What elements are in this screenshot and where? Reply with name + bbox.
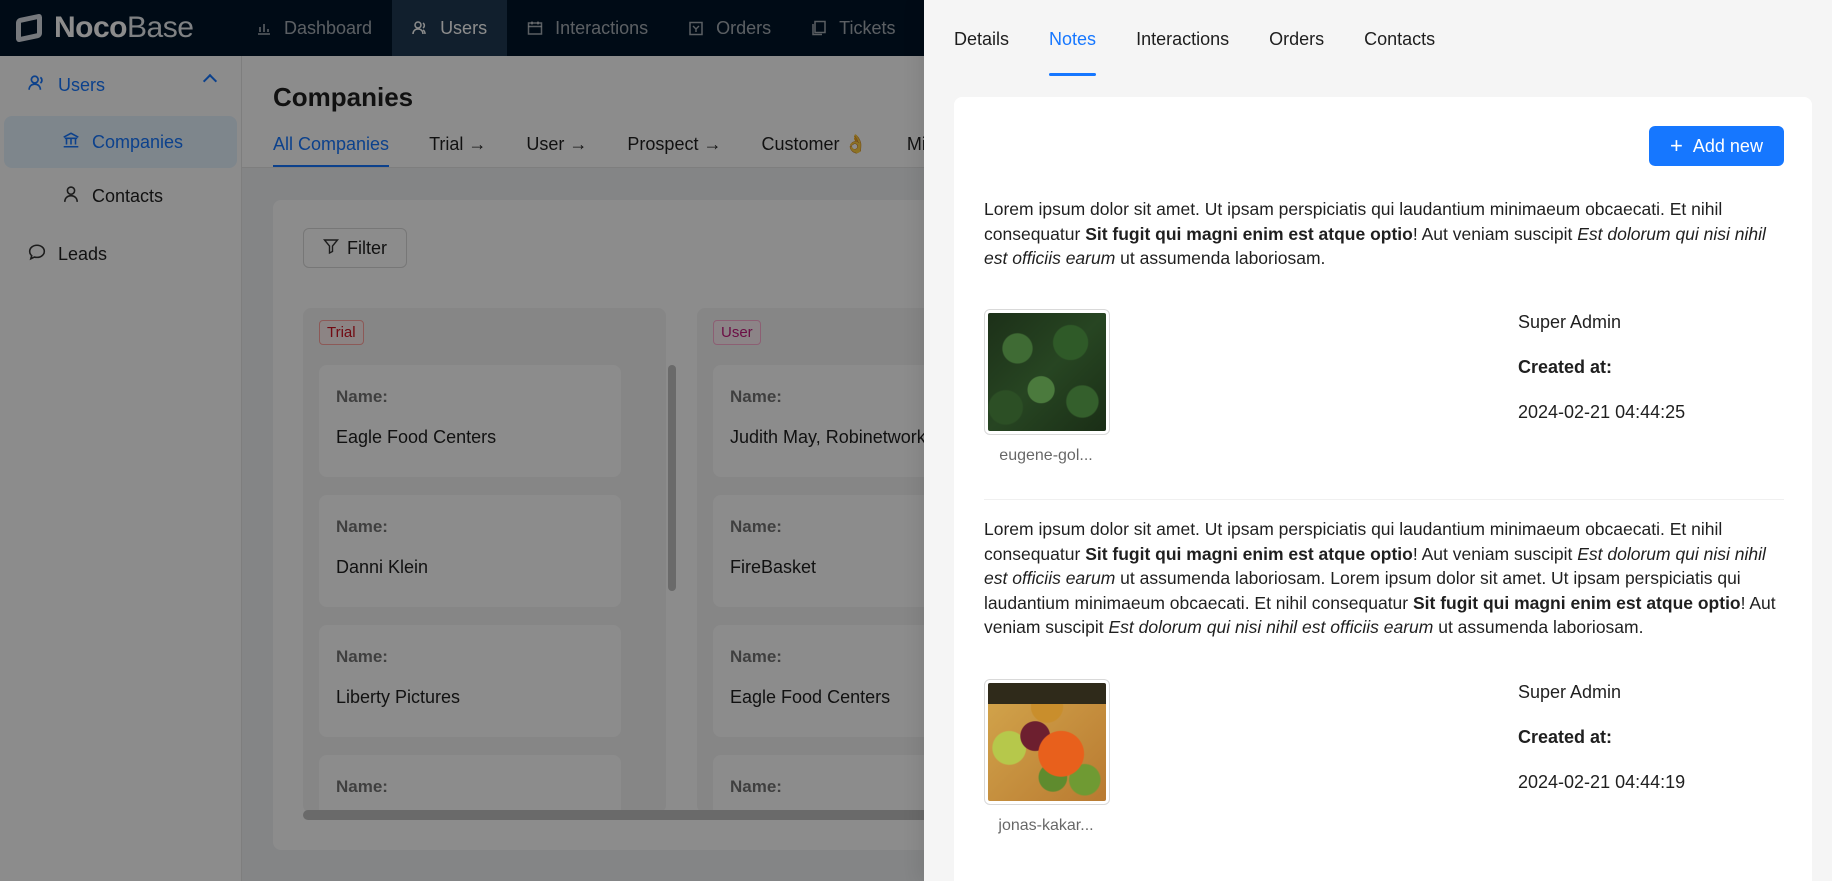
note-text-segment: Sit fugit qui magni enim est atque optio — [1085, 543, 1413, 564]
add-new-button[interactable]: + Add new — [1649, 126, 1784, 166]
notes-list: + Add new Lorem ipsum dolor sit amet. Ut… — [954, 97, 1812, 881]
attachment-filename[interactable]: eugene-gol... — [984, 447, 1108, 465]
drawer-tabs: Details Notes Interactions Orders Contac… — [954, 0, 1475, 78]
note-meta: Super Admin Created at: 2024-02-21 04:44… — [1518, 312, 1685, 423]
note-text-segment: ut assumenda laboriosam. — [1115, 248, 1326, 268]
note-divider — [984, 499, 1784, 500]
created-at-label: Created at: — [1518, 357, 1613, 377]
note-text-segment: ! Aut veniam suscipit — [1412, 223, 1578, 244]
plus-icon: + — [1670, 133, 1683, 158]
note-text-segment: ! Aut veniam suscipit — [1412, 543, 1578, 564]
note-text-segment: Sit fugit qui magni enim est atque optio — [1412, 592, 1741, 613]
note-content: Lorem ipsum dolor sit amet. Ut ipsam per… — [984, 197, 1784, 271]
tab-notes[interactable]: Notes — [1049, 0, 1097, 78]
attachment[interactable]: eugene-gol... — [984, 309, 1112, 465]
note-author: Super Admin — [1518, 682, 1622, 702]
tab-contacts[interactable]: Contacts — [1364, 0, 1435, 78]
attachment-filename[interactable]: jonas-kakar... — [984, 817, 1108, 835]
attachment-thumbnail[interactable] — [988, 313, 1106, 431]
tab-details[interactable]: Details — [954, 0, 1009, 78]
attachment-thumbnail[interactable] — [988, 683, 1106, 801]
record-drawer: Details Notes Interactions Orders Contac… — [924, 0, 1832, 881]
created-at-value: 2024-02-21 04:44:25 — [1518, 402, 1686, 422]
note-meta: Super Admin Created at: 2024-02-21 04:44… — [1518, 682, 1685, 793]
tab-orders[interactable]: Orders — [1269, 0, 1324, 78]
drawer-mask[interactable] — [0, 0, 924, 881]
note-author: Super Admin — [1518, 312, 1622, 332]
note-text-segment: Sit fugit qui magni enim est atque optio — [1085, 223, 1413, 244]
note-content: Lorem ipsum dolor sit amet. Ut ipsam per… — [984, 517, 1784, 640]
created-at-value: 2024-02-21 04:44:19 — [1518, 772, 1686, 792]
attachment[interactable]: jonas-kakar... — [984, 679, 1112, 835]
note-text-segment: ut assumenda laboriosam. — [1433, 617, 1644, 637]
created-at-label: Created at: — [1518, 727, 1613, 747]
note-text-segment: Est dolorum qui nisi nihil est officiis … — [1108, 617, 1434, 637]
tab-interactions[interactable]: Interactions — [1136, 0, 1229, 78]
